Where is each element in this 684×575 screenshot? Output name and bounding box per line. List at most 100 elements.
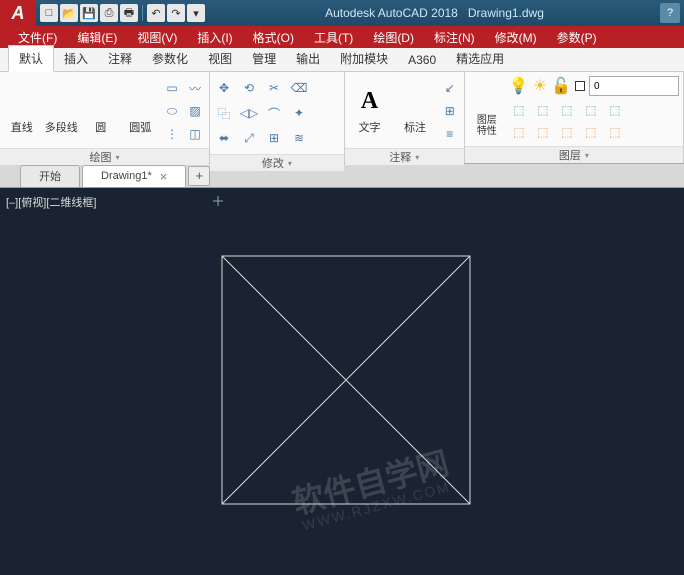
menu-draw[interactable]: 绘图(D) [363,29,424,46]
print-icon[interactable]: 🖶 [120,4,138,22]
tab-output[interactable]: 输出 [286,46,330,71]
layer-tool-6-icon[interactable]: ⬚ [509,122,529,142]
hatch-icon[interactable]: ▨ [185,101,205,121]
circle-button[interactable]: 圆 [83,76,119,144]
tab-start[interactable]: 开始 [20,165,80,187]
ellipse-icon[interactable]: ⬭ [162,101,182,121]
layer-tool-7-icon[interactable]: ⬚ [533,122,553,142]
menu-bar: 文件(F) 编辑(E) 视图(V) 插入(I) 格式(O) 工具(T) 绘图(D… [0,26,684,48]
tab-view[interactable]: 视图 [198,46,242,71]
tab-parametric[interactable]: 参数化 [142,46,198,71]
lock-icon: 🔓 [551,76,571,96]
menu-parametric[interactable]: 参数(P) [547,29,607,46]
drawing-canvas[interactable]: [–][俯视][二维线框] 软件自学网 WWW.RJZXW.COM [0,188,684,575]
text-label: 文字 [359,119,381,135]
layer-tool-5-icon[interactable]: ⬚ [605,100,625,120]
tab-drawing1[interactable]: Drawing1* × [82,165,186,187]
erase-icon[interactable]: ⌫ [289,78,309,98]
undo-icon[interactable]: ↶ [147,4,165,22]
layer-properties-label: 图层 特性 [477,115,497,137]
line-label: 直线 [11,119,33,135]
layer-properties-button[interactable]: 图层 特性 [469,76,505,142]
app-logo[interactable]: A [0,0,36,26]
spline-icon[interactable]: 〰 [185,78,205,98]
mtext-icon[interactable]: ≡ [440,124,460,144]
drawing-content [0,188,684,575]
saveas-icon[interactable]: ⎙ [100,4,118,22]
ribbon-tabs: 默认 插入 注释 参数化 视图 管理 输出 附加模块 A360 精选应用 [0,48,684,72]
tab-insert[interactable]: 插入 [54,46,98,71]
panel-draw-title[interactable]: 绘图 [0,148,209,165]
panel-layer: 图层 特性 💡 ☀ 🔓 0 ⬚ ⬚ ⬚ ⬚ ⬚ ⬚ ⬚ [465,72,684,163]
region-icon[interactable]: ◫ [185,124,205,144]
mirror-icon[interactable]: ◁▷ [239,103,259,123]
polyline-label: 多段线 [45,119,78,135]
new-icon[interactable]: □ [40,4,58,22]
ribbon: 直线 多段线 圆 圆弧 ▭ 〰 ⬭ ▨ ⋮ ◫ 绘图 [0,72,684,164]
arc-label: 圆弧 [129,119,151,135]
modify-tools: ✥ ⟲ ✂ ⌫ ⿻ ◁▷ ⌒ ✦ ⬌ ⤢ ⊞ ≋ [214,76,311,150]
tab-featured[interactable]: 精选应用 [446,46,514,71]
circle-label: 圆 [95,119,106,135]
rectangle-icon[interactable]: ▭ [162,78,182,98]
line-button[interactable]: 直线 [4,76,40,144]
tab-annotate[interactable]: 注释 [98,46,142,71]
menu-format[interactable]: 格式(O) [243,29,304,46]
layer-tool-9-icon[interactable]: ⬚ [581,122,601,142]
tab-default[interactable]: 默认 [8,45,54,72]
sun-icon: ☀ [533,76,547,96]
offset-icon[interactable]: ≋ [289,128,309,148]
polyline-button[interactable]: 多段线 [44,76,80,144]
menu-tools[interactable]: 工具(T) [304,29,363,46]
array-icon[interactable]: ⊞ [264,128,284,148]
trim-icon[interactable]: ✂ [264,78,284,98]
panel-layer-title[interactable]: 图层 [465,146,683,163]
menu-insert[interactable]: 插入(I) [187,29,242,46]
save-icon[interactable]: 💾 [80,4,98,22]
dimension-label: 标注 [404,119,426,135]
table-icon[interactable]: ⊞ [440,101,460,121]
rotate-icon[interactable]: ⟲ [239,78,259,98]
copy-icon[interactable]: ⿻ [214,103,234,123]
move-icon[interactable]: ✥ [214,78,234,98]
redo-icon[interactable]: ↷ [167,4,185,22]
panel-annotate: A 文字 标注 ↙ ⊞ ≡ 注释 [345,72,465,163]
bulb-icon: 💡 [509,76,529,96]
title-bar: A □ 📂 💾 ⎙ 🖶 ↶ ↷ ▾ Autodesk AutoCAD 2018 … [0,0,684,26]
explode-icon[interactable]: ✦ [289,103,309,123]
panel-draw: 直线 多段线 圆 圆弧 ▭ 〰 ⬭ ▨ ⋮ ◫ 绘图 [0,72,210,163]
layer-combo[interactable]: 0 [589,76,679,96]
stretch-icon[interactable]: ⬌ [214,128,234,148]
tab-addins[interactable]: 附加模块 [330,46,398,71]
open-icon[interactable]: 📂 [60,4,78,22]
menu-dimension[interactable]: 标注(N) [424,29,485,46]
layer-tool-4-icon[interactable]: ⬚ [581,100,601,120]
leader-icon[interactable]: ↙ [440,78,460,98]
help-icon[interactable]: ? [660,3,680,23]
color-swatch [575,81,585,91]
window-title: Autodesk AutoCAD 2018 Drawing1.dwg [209,6,660,20]
scale-icon[interactable]: ⤢ [239,128,259,148]
panel-annotate-title[interactable]: 注释 [345,148,464,165]
layer-tool-3-icon[interactable]: ⬚ [557,100,577,120]
layer-tool-1-icon[interactable]: ⬚ [509,100,529,120]
tab-a360[interactable]: A360 [398,49,446,71]
menu-edit[interactable]: 编辑(E) [67,29,127,46]
close-tab-icon[interactable]: × [160,169,168,184]
menu-view[interactable]: 视图(V) [127,29,187,46]
fillet-icon[interactable]: ⌒ [264,103,284,123]
point-icon[interactable]: ⋮ [162,124,182,144]
text-button[interactable]: A 文字 [349,76,391,144]
dimension-button[interactable]: 标注 [394,76,436,144]
qat-separator [142,5,143,21]
panel-modify-title[interactable]: 修改 [210,154,344,171]
layer-tool-8-icon[interactable]: ⬚ [557,122,577,142]
qat-dropdown-icon[interactable]: ▾ [187,4,205,22]
arc-button[interactable]: 圆弧 [123,76,159,144]
menu-modify[interactable]: 修改(M) [485,29,547,46]
tab-manage[interactable]: 管理 [242,46,286,71]
new-tab-button[interactable]: + [188,166,210,186]
layer-tool-2-icon[interactable]: ⬚ [533,100,553,120]
layer-tool-10-icon[interactable]: ⬚ [605,122,625,142]
menu-file[interactable]: 文件(F) [8,29,67,46]
